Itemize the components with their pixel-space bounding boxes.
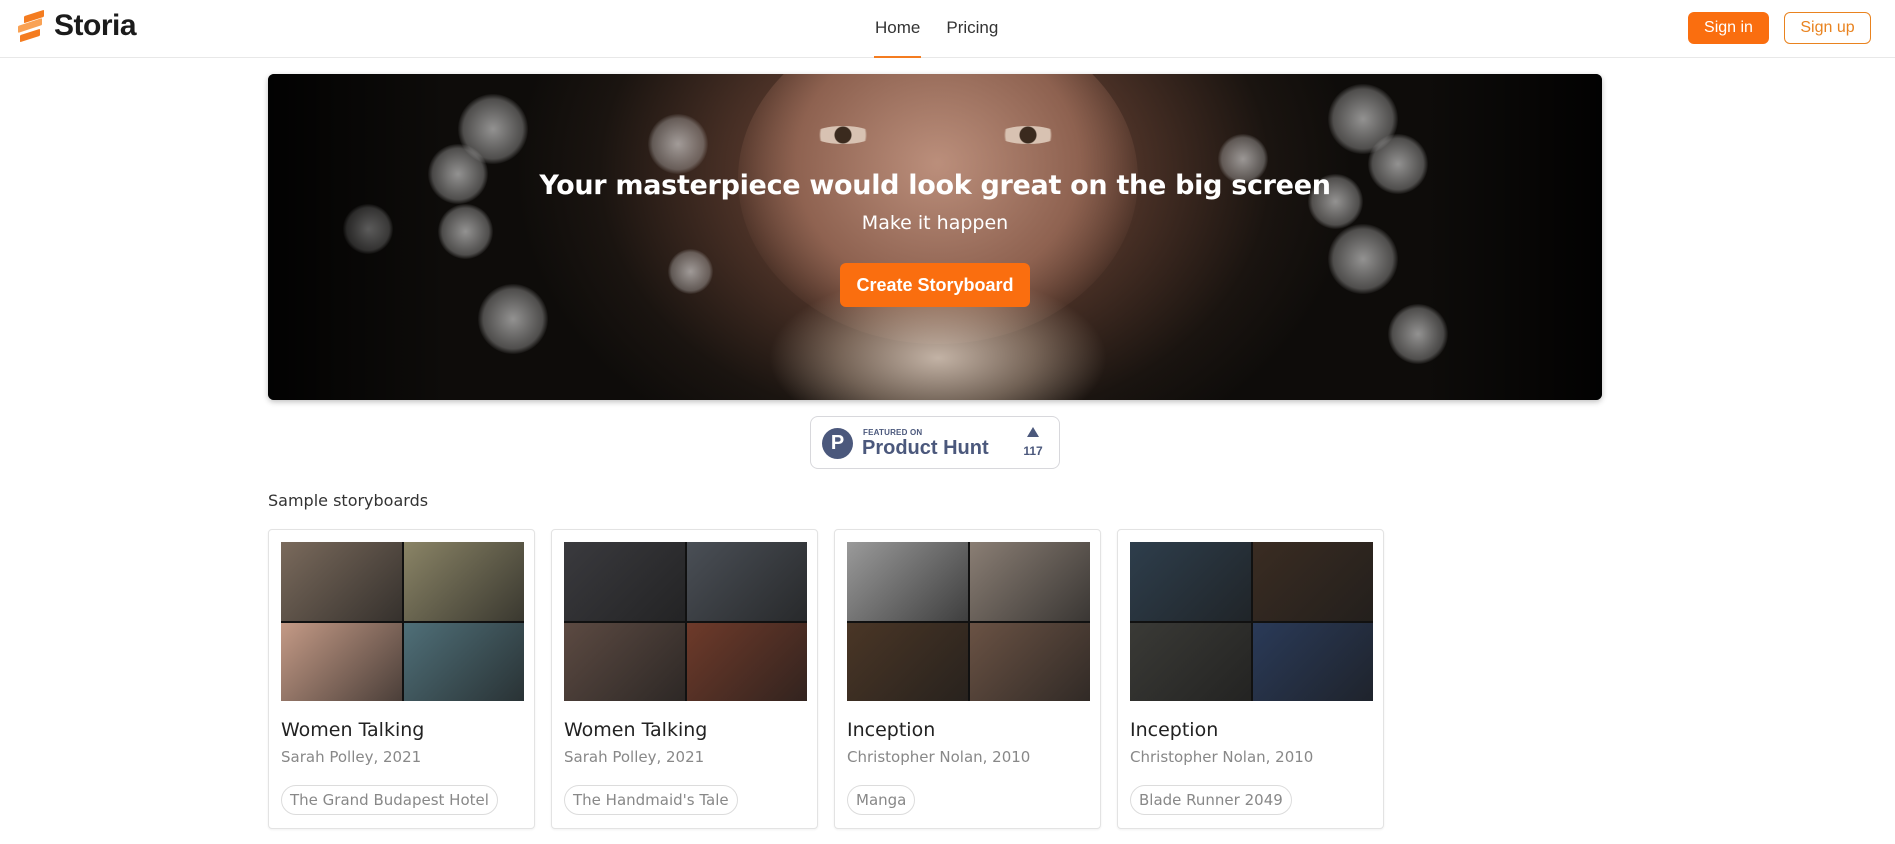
hero-shade-right [1422, 74, 1602, 400]
card-title[interactable]: Inception [847, 719, 935, 741]
upvote-arrow-icon [1027, 427, 1039, 437]
thumb-panel [1252, 622, 1373, 701]
thumb-panel [564, 542, 685, 621]
thumb-panel [969, 622, 1090, 701]
main-nav: Home Pricing [862, 0, 1011, 58]
bokeh-light [1328, 224, 1398, 294]
logo-text: Storia [54, 9, 137, 42]
thumb-panel [686, 542, 807, 621]
storia-logo[interactable]: Storia [18, 9, 137, 43]
thumb-panel [564, 622, 685, 701]
storyboard-thumbnail[interactable] [564, 542, 807, 701]
thumb-panel [847, 542, 968, 621]
bokeh-light [478, 284, 548, 354]
nav-home[interactable]: Home [862, 0, 933, 58]
storyboard-card[interactable]: Women Talking Sarah Polley, 2021 The Gra… [268, 529, 535, 829]
card-subtitle: Sarah Polley, 2021 [281, 748, 422, 766]
hero-eye-left [813, 126, 873, 144]
card-subtitle: Sarah Polley, 2021 [564, 748, 705, 766]
product-hunt-badge[interactable]: P FEATURED ON Product Hunt 117 [810, 416, 1060, 469]
ph-featured-label: FEATURED ON [863, 428, 923, 437]
thumb-panel [686, 622, 807, 701]
storia-logo-icon [18, 9, 48, 43]
create-storyboard-button[interactable]: Create Storyboard [840, 263, 1030, 307]
sign-up-button[interactable]: Sign up [1784, 12, 1871, 44]
sample-storyboards-list: Women Talking Sarah Polley, 2021 The Gra… [268, 529, 1400, 829]
top-navbar: Storia Home Pricing Sign in Sign up [0, 0, 1895, 58]
hero-title: Your masterpiece would look great on the… [539, 170, 1331, 201]
style-tag[interactable]: Manga [847, 785, 916, 815]
bokeh-light [668, 249, 713, 294]
storyboard-card[interactable]: Inception Christopher Nolan, 2010 Manga [834, 529, 1101, 829]
storyboard-thumbnail[interactable] [1130, 542, 1373, 701]
style-tag[interactable]: The Grand Budapest Hotel [281, 785, 498, 815]
style-tag[interactable]: Blade Runner 2049 [1130, 785, 1292, 815]
section-title: Sample storyboards [268, 491, 429, 510]
thumb-panel [847, 622, 968, 701]
card-title[interactable]: Women Talking [564, 719, 707, 741]
card-subtitle: Christopher Nolan, 2010 [847, 748, 1031, 766]
thumb-panel [281, 542, 402, 621]
thumb-panel [969, 542, 1090, 621]
product-hunt-logo-icon: P [822, 428, 853, 459]
hero-eye-right [998, 126, 1058, 144]
thumb-panel [281, 622, 402, 701]
hero-shade-left [268, 74, 448, 400]
storyboard-thumbnail[interactable] [281, 542, 524, 701]
ph-name: Product Hunt [862, 437, 989, 459]
thumb-panel [1130, 542, 1251, 621]
thumb-panel [1130, 622, 1251, 701]
storyboard-thumbnail[interactable] [847, 542, 1090, 701]
thumb-panel [403, 622, 524, 701]
bokeh-light [648, 114, 708, 174]
hero-subtitle: Make it happen [861, 212, 1009, 234]
storyboard-card[interactable]: Women Talking Sarah Polley, 2021 The Han… [551, 529, 818, 829]
card-subtitle: Christopher Nolan, 2010 [1130, 748, 1314, 766]
nav-pricing[interactable]: Pricing [933, 0, 1011, 58]
style-tag[interactable]: The Handmaid's Tale [564, 785, 738, 815]
thumb-panel [403, 542, 524, 621]
card-title[interactable]: Inception [1130, 719, 1218, 741]
card-title[interactable]: Women Talking [281, 719, 424, 741]
hero-banner: Your masterpiece would look great on the… [268, 74, 1602, 400]
storyboard-card[interactable]: Inception Christopher Nolan, 2010 Blade … [1117, 529, 1384, 829]
ph-vote-count: 117 [1023, 444, 1043, 458]
thumb-panel [1252, 542, 1373, 621]
sign-in-button[interactable]: Sign in [1688, 12, 1769, 44]
